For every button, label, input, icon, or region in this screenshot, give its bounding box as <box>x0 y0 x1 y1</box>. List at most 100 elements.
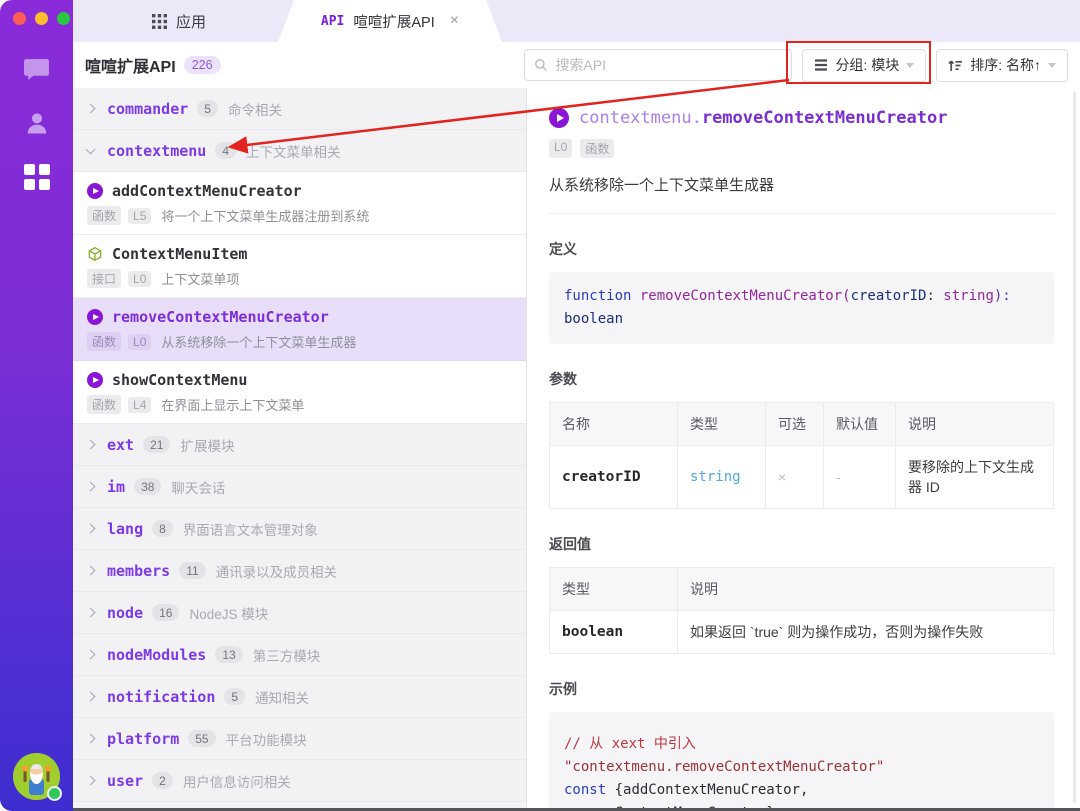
vertical-scrollbar[interactable] <box>1073 92 1076 803</box>
sidebar-group-members[interactable]: members 11 通讯录以及成员相关 <box>73 550 526 592</box>
tab-apps[interactable]: 应用 <box>73 0 285 42</box>
sidebar-item-removeContextMenuCreator[interactable]: removeContextMenuCreator 函数 L0 从系统移除一个上下… <box>73 298 526 361</box>
item-desc: 在界面上显示上下文菜单 <box>161 395 304 414</box>
tab-title: 喧喧扩展API <box>353 11 434 32</box>
code-token: string <box>943 288 994 304</box>
table-row: creatorID string × - 要移除的上下文生成器 ID <box>550 446 1054 509</box>
table-header-cell: 默认值 <box>824 403 896 446</box>
item-desc: 从系统移除一个上下文菜单生成器 <box>161 332 356 351</box>
sidebar-item-showContextMenu[interactable]: showContextMenu 函数 L4 在界面上显示上下文菜单 <box>73 361 526 424</box>
code-token: const <box>564 782 606 798</box>
param-name-cell: creatorID <box>550 446 678 509</box>
tab-bar: 应用 API 喧喧扩展API × <box>73 0 1080 42</box>
sidebar-group-node[interactable]: node 16 NodeJS 模块 <box>73 592 526 634</box>
param-optional-cell: × <box>766 446 824 509</box>
group-desc: 通讯录以及成员相关 <box>216 561 338 581</box>
group-desc: 平台功能模块 <box>226 729 307 749</box>
kind-badge: 接口 <box>87 269 121 288</box>
tab-close-icon[interactable]: × <box>450 13 459 29</box>
api-detail-panel: contextmenu.removeContextMenuCreator L0 … <box>528 88 1080 811</box>
example-code: // 从 xext 中引入"contextmenu.removeContextM… <box>549 712 1054 811</box>
chevron-right-icon <box>86 104 96 114</box>
chevron-right-icon <box>86 566 96 576</box>
apps-nav-button[interactable] <box>15 155 59 199</box>
contacts-nav-button[interactable] <box>15 101 59 145</box>
table-header-cell: 可选 <box>766 403 824 446</box>
close-window-button[interactable] <box>13 12 26 25</box>
sort-icon <box>948 59 963 72</box>
chat-nav-button[interactable] <box>15 47 59 91</box>
group-desc: 聊天会话 <box>171 477 225 497</box>
function-icon <box>87 183 103 199</box>
page-title: 喧喧扩展API <box>85 53 176 77</box>
sidebar-group-im[interactable]: im 38 聊天会话 <box>73 466 526 508</box>
returns-table: 类型 说明 boolean 如果返回 `true` 则为操作成功，否则为操作失败 <box>549 567 1054 654</box>
code-token: ): <box>994 288 1019 304</box>
search-icon <box>534 58 548 72</box>
api-list-sidebar: commander 5 命令相关 contextmenu 4 上下文菜单相关 a… <box>73 88 527 811</box>
group-desc: 扩展模块 <box>180 435 234 455</box>
code-line: "contextmenu.removeContextMenuCreator" <box>564 756 1039 779</box>
sidebar-item-ContextMenuItem[interactable]: ContextMenuItem 接口 L0 上下文菜单项 <box>73 235 526 298</box>
return-type-cell: boolean <box>550 611 678 654</box>
sidebar-group-commander[interactable]: commander 5 命令相关 <box>73 88 526 130</box>
toolbar: 喧喧扩展API 226 分组: 模块 排序: 名称↑ <box>73 42 1080 88</box>
interface-cube-icon <box>87 246 103 262</box>
group-desc: 上下文菜单相关 <box>246 141 341 161</box>
table-row: boolean 如果返回 `true` 则为操作成功，否则为操作失败 <box>550 611 1054 654</box>
minimize-window-button[interactable] <box>35 12 48 25</box>
group-desc: NodeJS 模块 <box>189 603 268 623</box>
sort-button[interactable]: 排序: 名称↑ <box>936 49 1068 82</box>
divider <box>549 213 1054 214</box>
search-box[interactable] <box>524 49 792 81</box>
sidebar-group-ext[interactable]: ext 21 扩展模块 <box>73 424 526 466</box>
window-controls <box>0 0 73 25</box>
group-desc: 命令相关 <box>228 99 282 119</box>
level-badge: L5 <box>128 208 151 224</box>
table-header-cell: 类型 <box>678 403 766 446</box>
sidebar-group-nodeModules[interactable]: nodeModules 13 第三方模块 <box>73 634 526 676</box>
group-count-badge: 13 <box>215 646 242 663</box>
definition-code: function removeContextMenuCreator(creato… <box>549 272 1054 344</box>
group-name: notification <box>107 688 215 706</box>
code-line: const {addContextMenuCreator, <box>564 779 1039 802</box>
group-name: lang <box>107 520 143 538</box>
group-name: members <box>107 562 170 580</box>
group-count-badge: 11 <box>179 562 205 579</box>
group-name: im <box>107 478 125 496</box>
level-badge: L0 <box>128 334 151 350</box>
sort-label: 排序: 名称↑ <box>970 55 1041 75</box>
maximize-window-button[interactable] <box>57 12 70 25</box>
caret-down-icon <box>1048 63 1056 68</box>
sidebar-item-addContextMenuCreator[interactable]: addContextMenuCreator 函数 L5 将一个上下文菜单生成器注… <box>73 172 526 235</box>
chevron-right-icon <box>86 482 96 492</box>
code-token: {addContextMenuCreator, <box>606 782 808 798</box>
user-avatar[interactable] <box>13 753 60 800</box>
sidebar-group-contextmenu[interactable]: contextmenu 4 上下文菜单相关 <box>73 130 526 172</box>
item-name: addContextMenuCreator <box>112 182 302 200</box>
sidebar-group-platform[interactable]: platform 55 平台功能模块 <box>73 718 526 760</box>
table-header-cell: 说明 <box>896 403 1054 446</box>
kind-badge: 函数 <box>87 332 121 351</box>
sidebar-group-lang[interactable]: lang 8 界面语言文本管理对象 <box>73 508 526 550</box>
group-name: contextmenu <box>107 142 206 160</box>
table-header-cell: 说明 <box>678 568 1054 611</box>
online-status-dot <box>47 786 62 801</box>
function-icon <box>87 309 103 325</box>
item-name: removeContextMenuCreator <box>112 308 329 326</box>
level-badge: L4 <box>128 397 151 413</box>
app-rail <box>0 0 73 811</box>
tab-api-active[interactable]: API 喧喧扩展API × <box>278 0 502 42</box>
code-token: creatorID <box>851 288 927 304</box>
code-token: boolean <box>564 311 623 327</box>
section-heading-returns: 返回值 <box>549 534 1054 554</box>
sidebar-group-notification[interactable]: notification 5 通知相关 <box>73 676 526 718</box>
search-input[interactable] <box>555 57 782 73</box>
chevron-right-icon <box>86 650 96 660</box>
param-default-cell: - <box>824 446 896 509</box>
sidebar-group-user[interactable]: user 2 用户信息访问相关 <box>73 760 526 802</box>
group-name: platform <box>107 730 179 748</box>
kind-badge: 函数 <box>87 395 121 414</box>
param-desc-cell: 要移除的上下文生成器 ID <box>896 446 1054 509</box>
group-by-button[interactable]: 分组: 模块 <box>802 49 926 82</box>
